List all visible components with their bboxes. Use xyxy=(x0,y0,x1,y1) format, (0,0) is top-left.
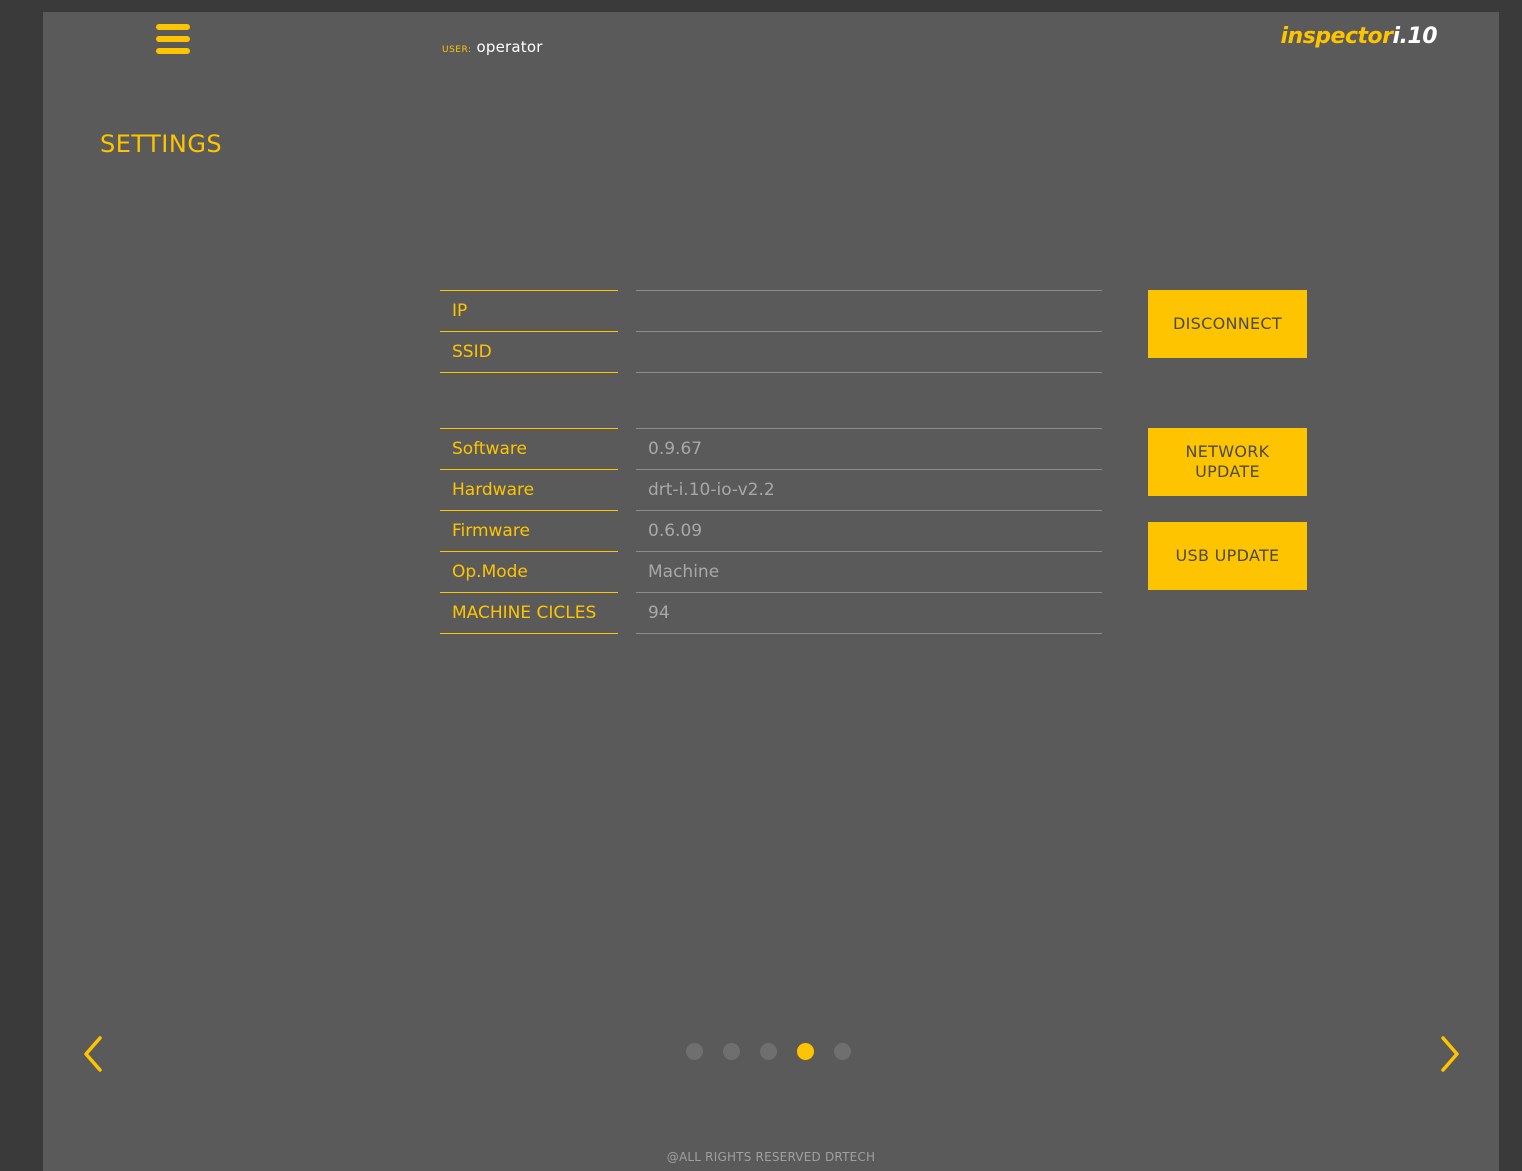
hamburger-menu-icon[interactable] xyxy=(156,22,192,58)
chevron-right-svg xyxy=(1441,1036,1459,1072)
op-mode-value: Machine xyxy=(636,551,1102,591)
ip-value xyxy=(636,290,1102,330)
software-value: 0.9.67 xyxy=(636,428,1102,468)
firmware-label: Firmware xyxy=(440,510,618,550)
table-row: Firmware 0.6.09 xyxy=(440,510,1102,551)
menu-bar xyxy=(156,48,190,54)
brand-logo: inspectori.10 xyxy=(1280,24,1437,49)
pagination-dot[interactable] xyxy=(723,1043,740,1060)
chevron-left-icon[interactable] xyxy=(78,1034,108,1074)
table-row: IP xyxy=(440,290,1102,331)
ssid-label: SSID xyxy=(440,331,618,373)
machine-cicles-value: 94 xyxy=(636,592,1102,634)
table-row: Op.Mode Machine xyxy=(440,551,1102,592)
op-mode-label: Op.Mode xyxy=(440,551,618,591)
table-row: SSID xyxy=(440,331,1102,373)
menu-bar xyxy=(156,24,190,30)
table-row: Hardware drt-i.10-io-v2.2 xyxy=(440,469,1102,510)
ssid-value xyxy=(636,331,1102,373)
pagination-dot[interactable] xyxy=(760,1043,777,1060)
pagination-dot[interactable] xyxy=(834,1043,851,1060)
hardware-value: drt-i.10-io-v2.2 xyxy=(636,469,1102,509)
software-label: Software xyxy=(440,428,618,468)
pagination-dot[interactable] xyxy=(797,1043,814,1060)
network-update-button[interactable]: NETWORK UPDATE xyxy=(1148,428,1307,496)
disconnect-button[interactable]: DISCONNECT xyxy=(1148,290,1307,358)
ip-label: IP xyxy=(440,290,618,330)
footer-copyright: @ALL RIGHTS RESERVED DRTECH xyxy=(666,1150,876,1164)
menu-bar xyxy=(156,36,190,42)
logo-version: i.10 xyxy=(1392,24,1437,49)
firmware-value: 0.6.09 xyxy=(636,510,1102,550)
usb-update-button[interactable]: USB UPDATE xyxy=(1148,522,1307,590)
table-row: MACHINE CICLES 94 xyxy=(440,592,1102,634)
table-row: Software 0.9.67 xyxy=(440,428,1102,469)
machine-cicles-label: MACHINE CICLES xyxy=(440,592,618,634)
user-name: operator xyxy=(476,38,543,56)
chevron-right-icon[interactable] xyxy=(1435,1034,1465,1074)
pagination-dots xyxy=(686,1043,851,1063)
user-label: USER: xyxy=(442,45,472,55)
network-table: IP SSID xyxy=(440,290,1102,373)
logo-main: inspector xyxy=(1280,24,1393,49)
user-indicator: USER: operator xyxy=(442,38,543,56)
chevron-left-svg xyxy=(84,1036,102,1072)
hardware-label: Hardware xyxy=(440,469,618,509)
pagination-dot[interactable] xyxy=(686,1043,703,1060)
info-table: Software 0.9.67 Hardware drt-i.10-io-v2.… xyxy=(440,428,1102,634)
app-window: USER: operator inspectori.10 SETTINGS IP… xyxy=(43,12,1499,1171)
page-title: SETTINGS xyxy=(100,130,223,158)
